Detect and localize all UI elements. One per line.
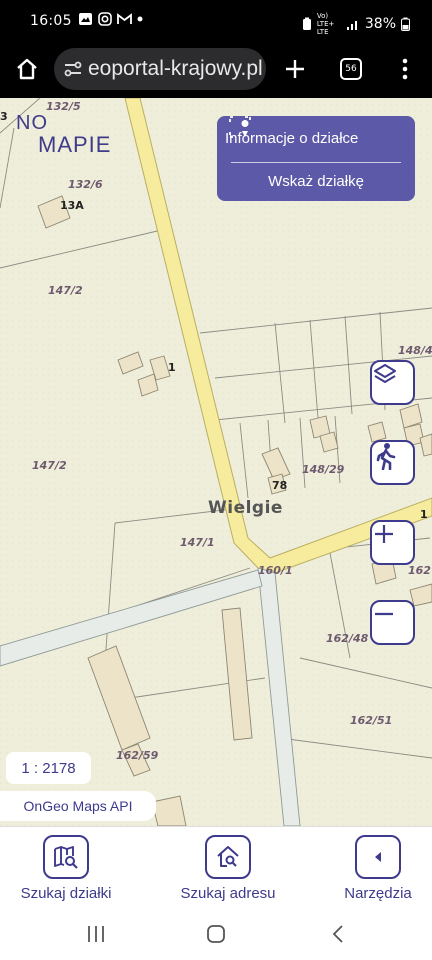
back-nav-icon[interactable] [324,922,352,946]
status-right: Vo) LTE+ LTE 38% [302,12,410,36]
search-address-button[interactable]: Szukaj adresu [178,835,278,902]
tab-count: 56 [345,64,357,74]
search-parcel-label: Szukaj działki [20,885,112,902]
instagram-notification-icon [98,12,112,26]
more-menu-icon[interactable] [390,54,420,84]
bottom-navigation: Szukaj działki Szukaj adresu Narzędzia [0,826,432,908]
site-settings-icon[interactable] [64,61,82,77]
battery-icon [401,17,410,31]
address-bar[interactable]: eoportal-krajowy.pl [54,48,266,90]
gmail-notification-icon [117,13,132,24]
plus-icon [375,525,393,543]
url-text: eoportal-krajowy.pl [88,57,263,80]
home-icon[interactable] [12,54,42,84]
map-scale: 1 : 2178 [6,752,91,784]
plot-label: 132/6 [68,178,103,191]
search-parcel-button[interactable]: Szukaj działki [18,835,114,902]
street-view-button[interactable] [370,440,415,485]
logo-text-bottom: MAPIE [38,132,112,157]
select-parcel-button[interactable]: Wskaż działkę [217,164,415,198]
layers-icon [374,364,396,383]
plot-label: 3 [0,110,8,123]
recent-apps-icon[interactable] [82,922,110,946]
phone-screen: 16:05 Vo) LTE+ LTE 38% eoportal-krajowy.… [0,0,432,960]
plot-label: 147/2 [32,459,67,472]
tab-switcher-button[interactable]: 56 [336,54,366,84]
plot-label: 162 [408,564,431,577]
notification-icons [78,12,143,26]
dot-notification-icon [137,16,143,22]
zoom-in-button[interactable] [370,520,415,565]
place-name-label: Wielgie [208,498,283,518]
panel-divider [231,162,401,163]
home-search-icon [205,835,251,879]
plot-label: 162/48 [326,632,369,645]
chevron-left-icon [355,835,401,879]
battery-saver-icon [302,17,311,30]
map-search-icon [43,835,89,879]
gallery-notification-icon [79,13,92,25]
plot-label: 160/1 [258,564,293,577]
battery-percent: 38% [364,16,396,32]
plot-label: 162/59 [116,749,159,762]
zoom-out-button[interactable] [370,600,415,645]
status-bar: 16:05 Vo) LTE+ LTE 38% [0,0,432,44]
new-tab-icon[interactable] [280,54,310,84]
tools-button[interactable]: Narzędzia [340,835,416,902]
plot-label: 162/51 [350,714,393,727]
layers-button[interactable] [370,360,415,405]
parcel-info-button[interactable]: Informacje o działce [217,116,415,160]
building-number: 1 [168,361,176,374]
system-navigation-bar [0,908,432,960]
signal-icon [346,20,357,30]
status-time: 16:05 [30,13,72,29]
plot-label: 148/29 [302,463,345,476]
na-mapie-logo[interactable]: NO MAPIE [16,112,126,160]
network-text: Vo) LTE+ LTE [316,12,335,36]
walking-person-icon [376,443,396,470]
home-nav-icon[interactable] [202,922,230,946]
minus-icon [375,612,393,616]
plot-label: 147/2 [48,284,83,297]
plot-label: 147/1 [180,536,215,549]
plot-label: 1 [420,508,428,521]
building-number: 78 [272,479,288,492]
select-area-pin-icon [229,116,251,138]
search-address-label: Szukaj adresu [180,885,276,902]
map-view[interactable]: 132/5 3 132/6 13A 147/2 148/4 1 147/2 14… [0,98,432,826]
parcel-info-panel: Informacje o działce Wskaż działkę [217,116,415,201]
tools-label: Narzędzia [344,885,412,902]
browser-toolbar: eoportal-krajowy.pl 56 [0,44,432,98]
plot-label: 148/4 [398,344,432,357]
map-credit[interactable]: OnGeo Maps API [0,791,156,821]
building-number: 13A [60,199,84,212]
